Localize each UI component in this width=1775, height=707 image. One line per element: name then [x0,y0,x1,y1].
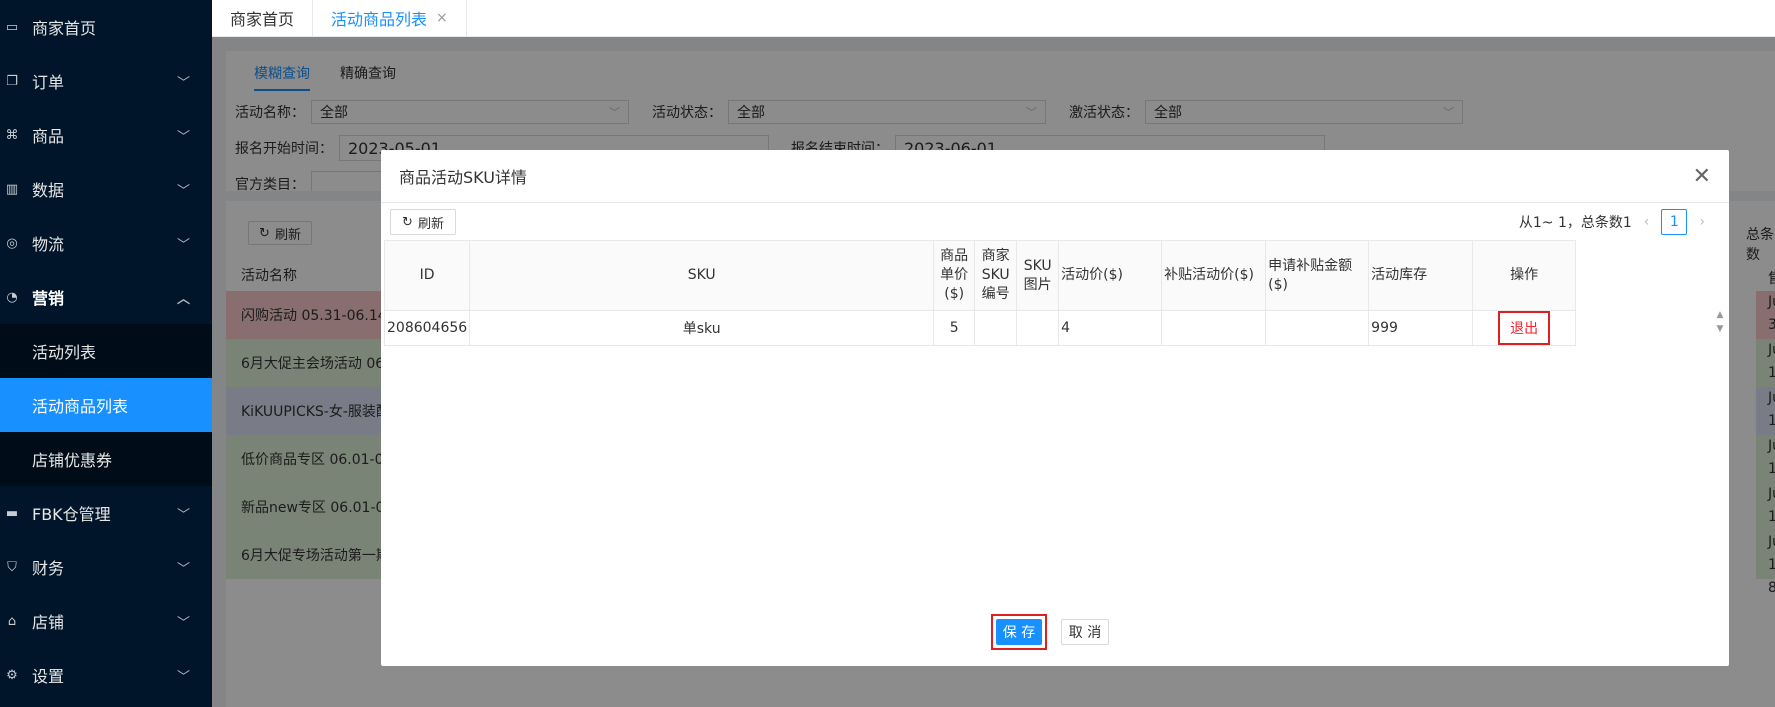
col-header: SKU图片 [1016,240,1060,311]
sidebar-item-label: 订单 [32,73,65,92]
sidebar-item-0[interactable]: ▭ 商家首页 [0,0,212,54]
chevron-down-icon: ﹀ [176,129,190,145]
col-header: 商品单价($) [933,240,976,311]
modal-title: 商品活动SKU详情 [381,150,1729,203]
tab-label: 商家首页 [230,10,295,29]
sidebar-item-label: 店铺 [32,613,65,632]
sidebar-item-6[interactable]: 活动列表 [0,324,212,378]
chevron-down-icon: ﹀ [176,75,190,91]
cell-sku: 单sku [469,310,935,346]
button-label: 刷新 [417,216,444,232]
chevron-up-icon: ︿ [176,291,190,307]
sidebar-item-label: 物流 [32,235,65,254]
exit-button[interactable]: 退出 [1498,311,1551,345]
col-header: 活动库存 [1368,240,1474,311]
shield-icon: ⛉ [7,559,17,575]
sidebar-item-label: 活动商品列表 [32,397,129,416]
sidebar-item-2[interactable]: ⌘ 商品 ﹀ [0,108,212,162]
chevron-down-icon: ﹀ [176,237,190,253]
modal-toolbar: ↻ 刷新 从1~ 1，总条数1 ‹ 1 › [390,207,1729,237]
cell-subsidy-amount [1265,310,1370,346]
sidebar-item-label: 商家首页 [32,19,97,38]
pie-chart-icon: ◔ [6,289,18,305]
bar-chart-icon: ▥ [5,181,19,197]
chevron-left-icon[interactable]: ‹ [1644,214,1650,230]
col-header: SKU [469,240,935,311]
sidebar-item-7[interactable]: 活动商品列表 [0,378,212,432]
sidebar-item-4[interactable]: ◎ 物流 ﹀ [0,216,212,270]
sidebar-item-label: FBK仓管理 [32,505,111,524]
sidebar-item-3[interactable]: ▥ 数据 ﹀ [0,162,212,216]
sidebar-item-label: 活动列表 [32,343,97,362]
tab-label: 活动商品列表 [331,10,428,29]
save-highlight: 保 存 [991,614,1047,650]
sidebar-item-label: 店铺优惠券 [32,451,113,470]
close-icon[interactable]: ✕ [1693,164,1711,189]
cell-activity-price: 4 [1058,310,1163,346]
store-icon: ⌂ [7,613,17,629]
pagination: 从1~ 1，总条数1 ‹ 1 › [1519,209,1705,235]
modal-footer: 保 存 取 消 [991,614,1109,650]
location-icon: ◎ [6,235,18,251]
sidebar-item-9[interactable]: ▬ FBK仓管理 ﹀ [0,486,212,540]
close-icon[interactable]: × [436,10,448,26]
chevron-down-icon: ﹀ [176,183,190,199]
sidebar-item-label: 商品 [32,127,65,146]
cell-merchant-sku [974,310,1018,346]
sidebar-item-11[interactable]: ⌂ 店铺 ﹀ [0,594,212,648]
cell-subsidy-price [1161,310,1267,346]
cell-id: 208604656 [383,310,471,346]
chevron-right-icon[interactable]: › [1699,214,1705,230]
truck-icon: ▬ [5,505,19,521]
sidebar-item-label: 数据 [32,181,65,200]
page-button[interactable]: 1 [1661,209,1688,235]
sidebar-item-1[interactable]: ❐ 订单 ﹀ [0,54,212,108]
grid-icon: ⌘ [5,127,19,143]
cancel-button[interactable]: 取 消 [1061,619,1109,645]
cell-stock: 999 [1368,310,1474,346]
table-row: 208604656 单sku 5 4 999 退出 [383,310,1577,346]
refresh-button[interactable]: ↻ 刷新 [390,209,456,235]
chevron-down-icon: ﹀ [176,669,190,685]
sidebar-item-8[interactable]: 店铺优惠券 [0,432,212,486]
tab-merchant-home[interactable]: 商家首页 [212,0,314,36]
sidebar: ▭ 商家首页 ❐ 订单 ﹀ ⌘ 商品 ﹀ ▥ 数据 ﹀ ◎ 物流 ﹀ ◔ 营销 ︿ 活动列表活动商品列表 店铺优惠券… [0,0,212,707]
col-header: 操作 [1472,240,1577,311]
chevron-down-icon: ﹀ [176,561,190,577]
sidebar-item-10[interactable]: ⛉ 财务 ﹀ [0,540,212,594]
chevron-down-icon: ﹀ [176,507,190,523]
sidebar-item-label: 设置 [32,667,65,686]
chevron-down-icon: ﹀ [176,615,190,631]
col-header: ID [383,240,471,311]
tab-activity-products[interactable]: 活动商品列表 × [313,0,467,36]
cell-action: 退出 [1472,310,1577,346]
save-button[interactable]: 保 存 [996,619,1042,645]
cell-sku-image [1016,310,1060,346]
pagination-summary: 从1~ 1，总条数1 [1518,215,1632,231]
tab-bar: 商家首页 活动商品列表 × [212,0,1775,37]
copy-icon: ❐ [6,73,18,89]
col-header: 申请补贴金额($) [1265,240,1370,311]
scrollbar[interactable]: ▲ ▼ [1711,308,1729,342]
refresh-icon: ↻ [402,214,413,230]
col-header: 商家SKU编号 [974,240,1018,311]
sku-table: ID SKU 商品单价($) 商家SKU编号 SKU图片 活动价($) 补贴活动… [383,240,1577,346]
sidebar-item-label: 营销 [32,289,65,308]
sku-detail-modal: 商品活动SKU详情 ✕ ↻ 刷新 从1~ 1，总条数1 ‹ 1 › ID SKU … [381,150,1729,666]
sidebar-item-5[interactable]: ◔ 营销 ︿ [0,270,212,324]
col-header: 活动价($) [1058,240,1163,311]
gear-icon: ⚙ [6,667,18,683]
cell-price: 5 [933,310,976,346]
col-header: 补贴活动价($) [1161,240,1267,311]
sidebar-item-12[interactable]: ⚙ 设置 ﹀ [0,648,212,702]
sidebar-item-label: 财务 [32,559,65,578]
monitor-icon: ▭ [5,19,19,35]
